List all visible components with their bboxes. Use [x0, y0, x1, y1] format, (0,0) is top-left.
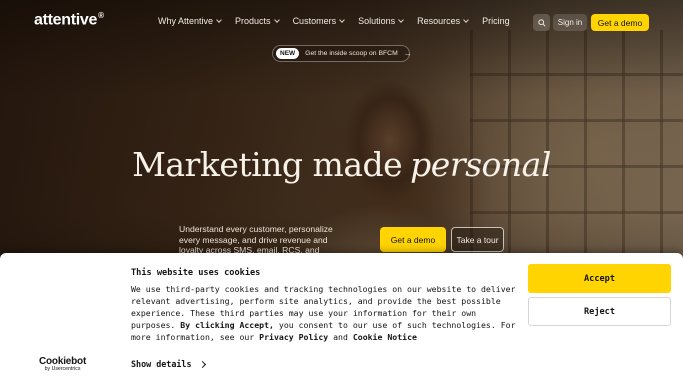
chevron-down-icon [463, 17, 469, 23]
chevron-right-icon [198, 360, 206, 368]
cookie-banner: This website uses cookies We use third-p… [0, 253, 683, 384]
top-nav: attentive® Why Attentive Products Custom… [0, 0, 683, 44]
new-badge: NEW [276, 48, 300, 59]
nav-item-pricing[interactable]: Pricing [482, 16, 510, 26]
nav-item-label: Pricing [482, 16, 510, 26]
nav-item-customers[interactable]: Customers [293, 16, 345, 26]
cookie-body: We use third-party cookies and tracking … [131, 283, 516, 343]
nav-item-label: Customers [292, 16, 337, 26]
show-details-button[interactable]: Show details [131, 359, 206, 369]
cookie-body-bold: By clicking Accept, [180, 320, 274, 330]
chevron-down-icon [339, 17, 345, 23]
chevron-down-icon [398, 17, 404, 23]
cookiebot-by: by Usercentrics [44, 366, 81, 372]
announcement-text: Get the inside scoop on BFCM [305, 50, 398, 57]
nav-item-label: Why Attentive [158, 16, 214, 26]
arrow-right-icon: → [403, 49, 412, 58]
headline-plain: Marketing made [132, 145, 403, 184]
cookie-title: This website uses cookies [131, 268, 261, 278]
logo-registered-mark: ® [98, 11, 104, 20]
nav-item-why-attentive[interactable]: Why Attentive [158, 16, 222, 26]
nav-item-solutions[interactable]: Solutions [358, 16, 404, 26]
cookiebot-logo: Cookiebot by Usercentrics [39, 356, 86, 372]
announcement-pill[interactable]: NEW Get the inside scoop on BFCM → [272, 45, 412, 62]
headline-italic: personal [410, 145, 551, 184]
take-tour-button[interactable]: Take a tour [451, 227, 504, 252]
cookie-body-text: and [328, 332, 353, 342]
chevron-down-icon [273, 17, 280, 23]
show-details-label: Show details [131, 359, 192, 369]
nav-item-products[interactable]: Products [235, 16, 280, 26]
sign-in-button[interactable]: Sign in [553, 14, 587, 31]
search-icon [537, 18, 546, 27]
nav-links: Why Attentive Products Customers Solutio… [158, 16, 524, 26]
nav-item-resources[interactable]: Resources [417, 16, 469, 26]
nav-item-label: Resources [417, 16, 461, 26]
chevron-down-icon [216, 17, 222, 23]
privacy-policy-link[interactable]: Privacy Policy [259, 332, 328, 342]
logo-text: attentive [34, 11, 98, 29]
search-button[interactable] [533, 14, 550, 31]
get-demo-button[interactable]: Get a demo [380, 227, 446, 252]
cookie-notice-link[interactable]: Cookie Notice [353, 332, 417, 342]
nav-item-label: Products [235, 16, 271, 26]
accept-button[interactable]: Accept [528, 264, 671, 293]
attentive-logo[interactable]: attentive® [34, 11, 104, 29]
reject-button[interactable]: Reject [528, 297, 671, 326]
get-demo-nav-button[interactable]: Get a demo [591, 14, 649, 31]
hero-headline: Marketing made personal [0, 145, 683, 184]
hero-subcopy: Understand every customer, personalize e… [179, 224, 333, 254]
nav-item-label: Solutions [358, 16, 396, 26]
